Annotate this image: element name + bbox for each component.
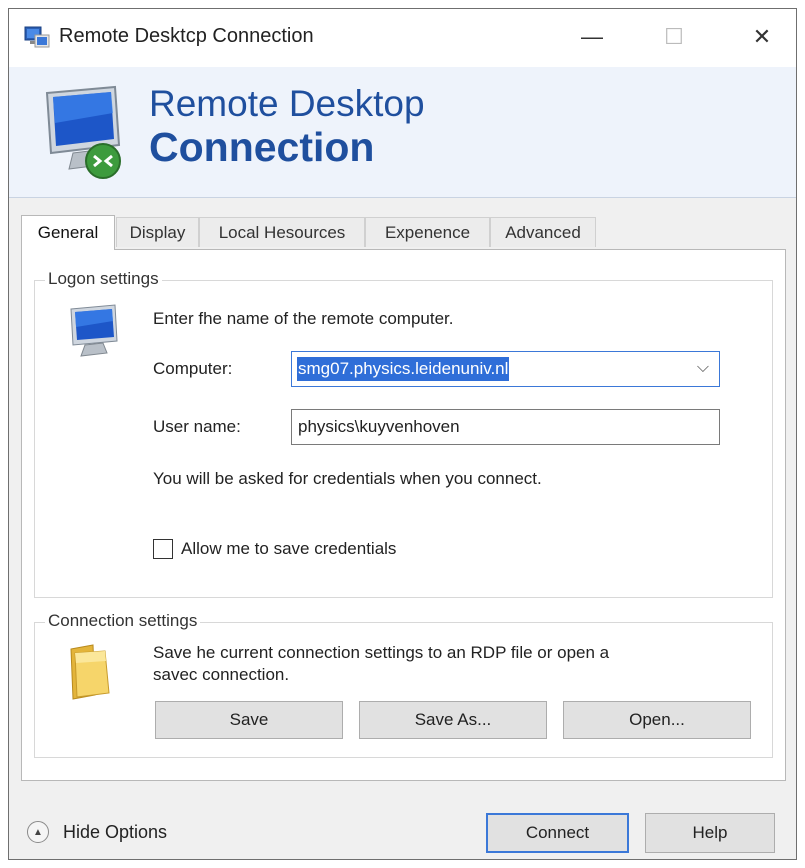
connection-settings-title: Connection settings	[45, 611, 201, 631]
save-button[interactable]: Save	[155, 701, 343, 739]
tab-advanced[interactable]: Advanced	[490, 217, 596, 247]
logon-instruction: Enter fhe name of the remote computer.	[153, 309, 454, 328]
username-input[interactable]: physics\kuyvenhoven	[291, 409, 720, 445]
header-banner: Remote Desktop Connection	[9, 67, 796, 198]
open-button[interactable]: Open...	[563, 701, 751, 739]
window-title: Remote Desktcp Connection	[59, 25, 314, 47]
logon-settings-title: Logon settings	[45, 269, 162, 289]
banner-title-line1: Remote Desktop	[149, 83, 425, 124]
title-bar[interactable]: Remote Desktcp Connection — ☐ ✕	[9, 9, 796, 67]
tab-local-resources[interactable]: Local Hesources	[199, 217, 365, 247]
computer-icon	[70, 304, 118, 357]
general-tab-panel: Logon settings Enter fhe name of the rem…	[21, 249, 786, 781]
folder-icon	[70, 644, 110, 700]
tab-experience[interactable]: Expenence	[365, 217, 490, 247]
save-as-button[interactable]: Save As...	[359, 701, 547, 739]
help-button[interactable]: Help	[645, 813, 775, 853]
computer-label: Computer:	[153, 359, 233, 378]
connection-description-line1: Save he current connection settings to a…	[153, 643, 610, 662]
computer-combobox[interactable]: smg07.physics.leidenuniv.nl ⌵	[291, 351, 720, 387]
logon-settings-group: Logon settings Enter fhe name of the rem…	[34, 269, 773, 598]
hide-options-link[interactable]: Hide Options	[63, 822, 167, 843]
chevron-down-icon[interactable]: ⌵	[697, 359, 709, 377]
app-icon	[24, 26, 50, 48]
save-credentials-checkbox[interactable]	[153, 539, 173, 559]
save-credentials-label[interactable]: Allow me to save credentials	[181, 539, 396, 559]
connection-description-line2: savec connection.	[153, 665, 290, 684]
maximize-button[interactable]: ☐	[651, 17, 697, 57]
username-value: physics\kuyvenhoven	[298, 417, 460, 436]
connect-button[interactable]: Connect	[486, 813, 629, 853]
banner-title-line2: Connection	[149, 124, 375, 170]
close-button[interactable]: ✕	[739, 17, 785, 57]
connection-settings-group: Connection settings Save he current conn…	[34, 611, 773, 758]
minimize-button[interactable]: —	[569, 17, 615, 57]
rdp-window: Remote Desktcp Connection — ☐ ✕ Remote D…	[8, 8, 797, 860]
username-label: User name:	[153, 417, 241, 436]
remote-desktop-monitor-icon	[45, 85, 121, 179]
tab-display[interactable]: Display	[116, 217, 199, 247]
credentials-note: You will be asked for credentials when y…	[153, 469, 542, 488]
tab-general[interactable]: General	[21, 215, 115, 250]
computer-value: smg07.physics.leidenuniv.nl	[297, 357, 510, 381]
chevron-up-icon[interactable]: ▲	[27, 821, 49, 843]
